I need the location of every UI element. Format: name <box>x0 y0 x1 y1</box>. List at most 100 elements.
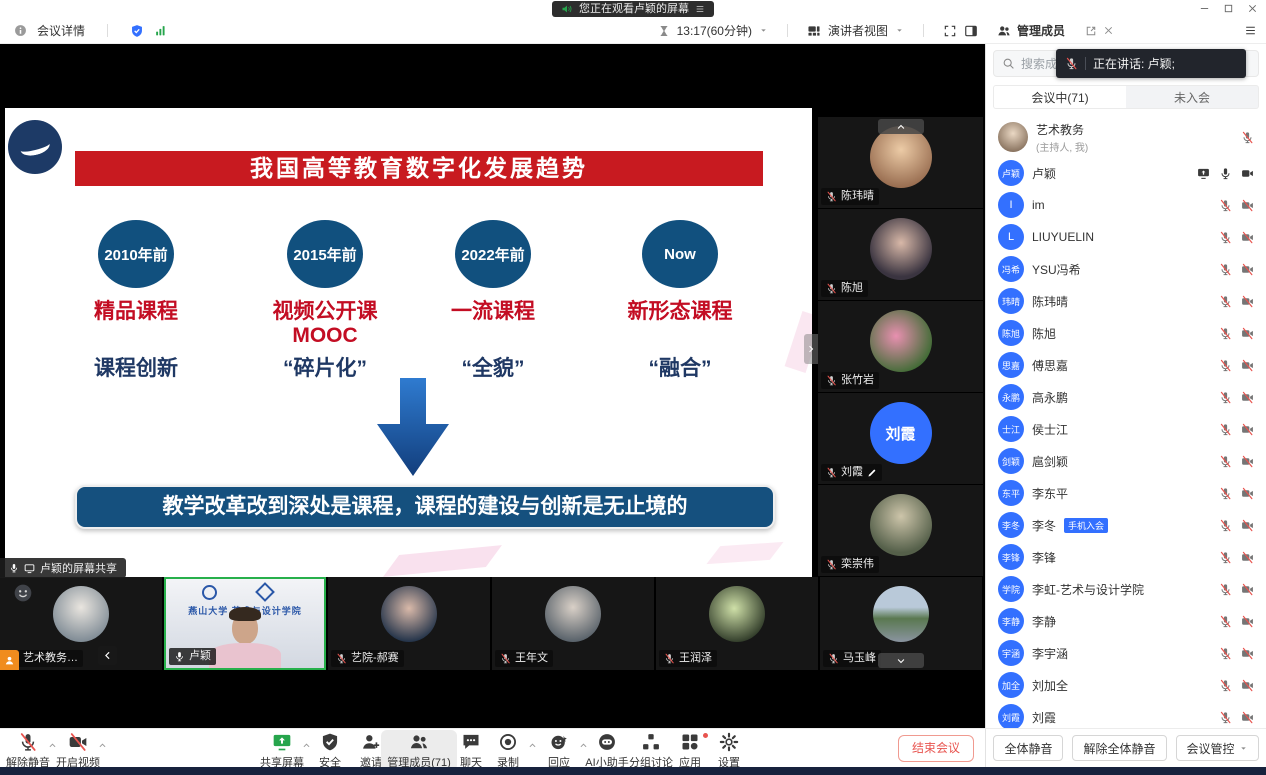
mic-muted-icon[interactable] <box>1219 295 1232 308</box>
menu-icon[interactable] <box>1244 24 1257 37</box>
mic-muted-icon[interactable] <box>1219 679 1232 692</box>
cam-muted-icon[interactable] <box>1241 615 1254 628</box>
participant-row[interactable]: 卢颖卢颖 <box>986 157 1266 189</box>
mic-muted-icon[interactable] <box>1219 199 1232 212</box>
fullscreen-icon[interactable] <box>943 24 957 38</box>
cam-icon[interactable] <box>1241 167 1254 180</box>
security-shield-icon[interactable] <box>130 24 144 38</box>
cam-muted-icon[interactable] <box>1241 711 1254 724</box>
mic-muted-icon[interactable] <box>1241 131 1254 144</box>
participant-row[interactable]: 陈旭陈旭 <box>986 317 1266 349</box>
cam-muted-icon[interactable] <box>1241 263 1254 276</box>
screen-watch-banner[interactable]: 您正在观看卢颖的屏幕 <box>552 1 714 17</box>
mic-muted-icon[interactable] <box>1219 711 1232 724</box>
participant-row[interactable]: 玮晴陈玮晴 <box>986 285 1266 317</box>
video-tile[interactable]: 燕山大学 艺术与设计学院卢颖 <box>164 577 326 670</box>
participant-row[interactable]: 东平李东平 <box>986 477 1266 509</box>
mic-muted-icon[interactable] <box>1219 327 1232 340</box>
video-tile[interactable]: 刘霞刘霞 <box>818 393 983 485</box>
cam-muted-icon[interactable] <box>1241 679 1254 692</box>
participant-row[interactable]: LLIUYUELIN <box>986 221 1266 253</box>
cam-muted-icon[interactable] <box>1241 327 1254 340</box>
close-panel-icon[interactable] <box>1103 25 1114 36</box>
participant-row[interactable]: 李锋李锋 <box>986 541 1266 573</box>
meeting-details-label[interactable]: 会议详情 <box>37 22 85 39</box>
participant-row[interactable]: 加全刘加全 <box>986 669 1266 701</box>
mic-muted-icon[interactable] <box>1219 231 1232 244</box>
view-mode-label[interactable]: 演讲者视图 <box>828 22 888 39</box>
banner-menu-icon[interactable] <box>695 4 705 14</box>
participant-row[interactable]: 思嘉傅思嘉 <box>986 349 1266 381</box>
cam-muted-icon[interactable] <box>1241 647 1254 660</box>
unmute-all-button[interactable]: 解除全体静音 <box>1072 735 1166 761</box>
caret-down-icon[interactable] <box>895 26 904 35</box>
collapse-strip-button[interactable] <box>878 119 924 134</box>
network-signal-icon[interactable] <box>154 24 167 37</box>
side-panel-icon[interactable] <box>964 24 978 38</box>
toolbar-settings[interactable]: 设置 <box>693 732 765 770</box>
mic-muted-icon[interactable] <box>1219 359 1232 372</box>
participant-row[interactable]: 艺术教务(主持人, 我) <box>986 117 1266 157</box>
cam-muted-icon[interactable] <box>1241 423 1254 436</box>
popout-icon[interactable] <box>1085 25 1097 37</box>
cam-muted-icon[interactable] <box>1241 359 1254 372</box>
cam-muted-icon[interactable] <box>1241 455 1254 468</box>
video-tile[interactable]: 艺院-郝赛 <box>328 577 490 670</box>
cam-muted-icon[interactable] <box>1241 583 1254 596</box>
mic-muted-icon[interactable] <box>1219 263 1232 276</box>
participant-row[interactable]: 士江侯士江 <box>986 413 1266 445</box>
cam-muted-icon[interactable] <box>1241 391 1254 404</box>
meeting-timer[interactable]: 13:17(60分钟) <box>677 22 752 39</box>
mic-muted-icon[interactable] <box>1219 551 1232 564</box>
cam-muted-icon[interactable] <box>1241 519 1254 532</box>
video-tile[interactable]: 艺术教务… <box>0 577 162 670</box>
next-page-chevron[interactable] <box>804 334 818 364</box>
cam-muted-icon[interactable] <box>1241 487 1254 500</box>
cam-muted-icon[interactable] <box>1241 551 1254 564</box>
collapse-strip-button[interactable] <box>878 653 924 668</box>
video-tile[interactable]: 王年文 <box>492 577 654 670</box>
mic-muted-icon[interactable] <box>1219 391 1232 404</box>
video-tile[interactable]: 陈旭 <box>818 209 983 301</box>
participant-row[interactable]: 永鹏高永鹏 <box>986 381 1266 413</box>
screen-icon[interactable] <box>1197 167 1210 180</box>
video-tile[interactable]: 陈玮晴 <box>818 117 983 209</box>
collapse-left-button[interactable] <box>98 646 117 665</box>
participant-row[interactable]: 李静李静 <box>986 605 1266 637</box>
minimize-icon[interactable] <box>1199 3 1210 14</box>
cam-muted-icon[interactable] <box>1241 199 1254 212</box>
participant-row[interactable]: Iim <box>986 189 1266 221</box>
meeting-controls-button[interactable]: 会议管控 <box>1176 735 1259 761</box>
tab-not-joined[interactable]: 未入会 <box>1126 86 1258 108</box>
tab-in-meeting[interactable]: 会议中(71) <box>994 86 1126 108</box>
participant-row[interactable]: 剑颖扈剑颖 <box>986 445 1266 477</box>
toolbar-caret[interactable] <box>98 737 107 755</box>
mic-muted-icon[interactable] <box>1219 615 1232 628</box>
participant-row[interactable]: 李冬李冬手机入会 <box>986 509 1266 541</box>
video-tile[interactable]: 王润泽 <box>656 577 818 670</box>
cam-muted-icon[interactable] <box>1241 295 1254 308</box>
video-tile[interactable]: 栾崇伟 <box>818 485 983 577</box>
mic-muted-icon[interactable] <box>1219 519 1232 532</box>
windows-taskbar[interactable] <box>0 767 1266 775</box>
mic-muted-icon[interactable] <box>1219 583 1232 596</box>
participant-row[interactable]: 刘霞刘霞 <box>986 701 1266 728</box>
participant-row[interactable]: 宇涵李宇涵 <box>986 637 1266 669</box>
caret-down-icon[interactable] <box>759 26 768 35</box>
participant-row[interactable]: 冯希YSU冯希 <box>986 253 1266 285</box>
video-tile[interactable]: 张竹岩 <box>818 301 983 393</box>
mic-muted-icon[interactable] <box>1219 647 1232 660</box>
mute-all-button[interactable]: 全体静音 <box>993 735 1063 761</box>
close-icon[interactable] <box>1247 3 1258 14</box>
speaker-view-icon[interactable] <box>807 24 821 38</box>
end-meeting-button[interactable]: 结束会议 <box>898 735 974 762</box>
mic-muted-icon[interactable] <box>1219 455 1232 468</box>
video-tile[interactable]: 马玉峰 <box>820 577 982 670</box>
participant-row[interactable]: 学院李虹-艺术与设计学院 <box>986 573 1266 605</box>
cam-muted-icon[interactable] <box>1241 231 1254 244</box>
maximize-icon[interactable] <box>1223 3 1234 14</box>
mic-muted-icon[interactable] <box>1219 487 1232 500</box>
mic-muted-icon[interactable] <box>1219 423 1232 436</box>
info-icon[interactable] <box>14 24 27 37</box>
mic-icon[interactable] <box>1219 167 1232 180</box>
